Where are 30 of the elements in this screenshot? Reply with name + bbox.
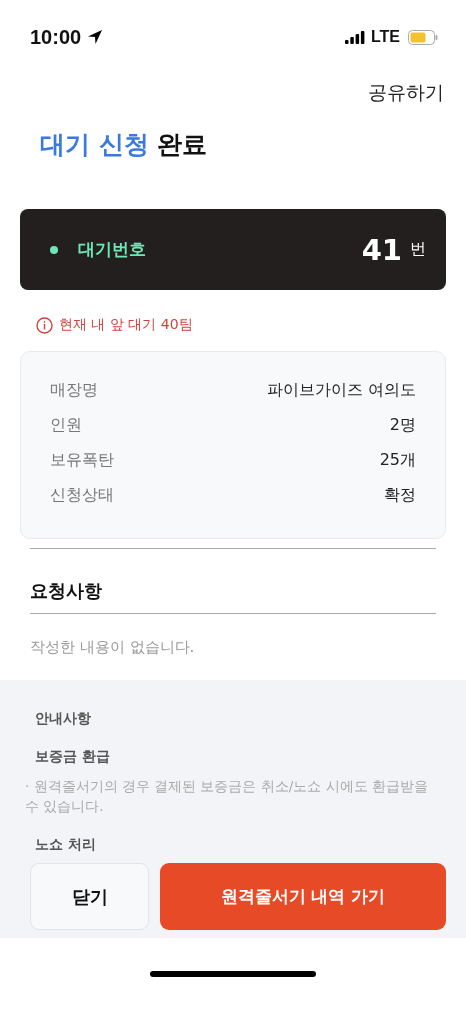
queue-unit: 번 <box>410 239 426 260</box>
battery-icon <box>408 29 438 45</box>
queue-number: 41 <box>361 232 402 267</box>
guide-section-title: 노쇼 처리 <box>35 836 97 854</box>
detail-value: 확정 <box>384 484 416 506</box>
detail-label: 보유폭탄 <box>50 449 114 471</box>
request-heading: 요청사항 <box>30 579 103 603</box>
guide-section-title: 보증금 환급 <box>35 748 111 766</box>
guide-section-text: · 원격줄서기의 경우 결제된 보증금은 취소/노쇼 시에도 환급받을 수 있습니다. <box>25 777 429 816</box>
location-arrow-icon <box>87 29 104 45</box>
detail-label: 신청상태 <box>50 484 114 506</box>
notice-text: 현재 내 앞 대기 40팀 <box>59 316 193 334</box>
title-highlight: 대기 신청 <box>40 130 149 159</box>
share-button[interactable]: 공유하기 <box>368 76 444 110</box>
network-label: LTE <box>370 28 400 46</box>
close-button[interactable]: 닫기 <box>30 863 149 930</box>
queue-label: 대기번호 <box>78 238 146 261</box>
detail-value: 25개 <box>379 449 416 471</box>
detail-label: 인원 <box>50 414 82 436</box>
title-text: 완료 <box>157 130 208 159</box>
detail-label: 매장명 <box>50 379 98 401</box>
detail-value: 2명 <box>389 414 416 436</box>
detail-value: 파이브가이즈 여의도 <box>266 379 416 401</box>
history-button[interactable]: 원격줄서기 내역 가기 <box>160 863 446 930</box>
guide-heading: 안내사항 <box>35 710 92 728</box>
signal-icon <box>344 30 365 44</box>
info-icon <box>36 316 53 334</box>
dot-icon <box>50 245 58 254</box>
request-empty-text: 작성한 내용이 없습니다. <box>30 638 196 658</box>
status-time: 10:00 <box>30 25 82 49</box>
